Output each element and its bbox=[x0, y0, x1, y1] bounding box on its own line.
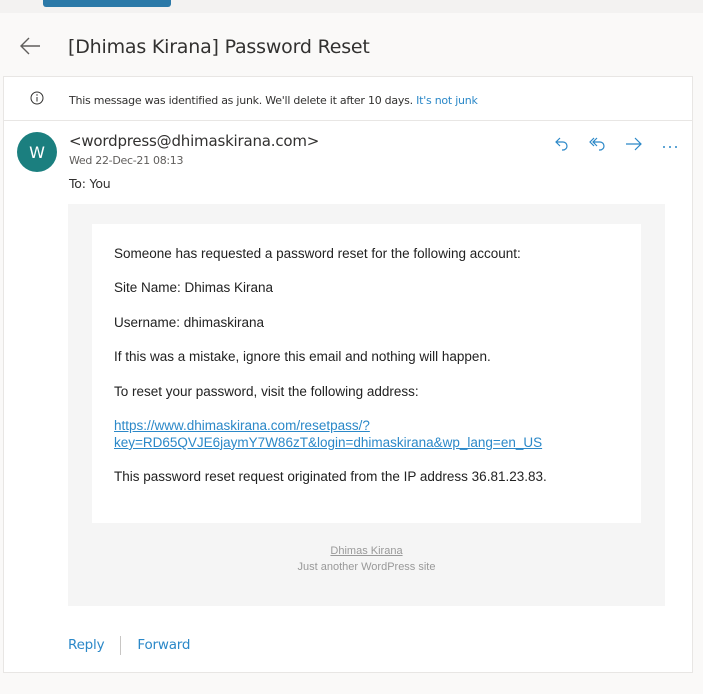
reset-link-paragraph: https://www.dhimaskirana.com/resetpass/?… bbox=[114, 418, 619, 452]
reset-link-line1[interactable]: https://www.dhimaskirana.com/resetpass/? bbox=[114, 418, 370, 433]
reply-button[interactable] bbox=[544, 135, 580, 157]
page-title: [Dhimas Kirana] Password Reset bbox=[68, 36, 370, 58]
email-ip-line: This password reset request originated f… bbox=[114, 469, 547, 485]
junk-notice-text: This message was identified as junk. We'… bbox=[69, 94, 413, 107]
message-date: Wed 22-Dec-21 08:13 bbox=[69, 154, 184, 167]
avatar: W bbox=[17, 132, 57, 172]
not-junk-link[interactable]: It's not junk bbox=[416, 94, 478, 107]
forward-icon bbox=[625, 136, 643, 157]
site-link[interactable]: Dhimas Kirana bbox=[330, 545, 402, 557]
email-intro: Someone has requested a password reset f… bbox=[114, 246, 521, 261]
email-footer: Dhimas Kirana Just another WordPress sit… bbox=[68, 544, 665, 576]
back-arrow-icon[interactable] bbox=[18, 33, 44, 59]
message-card: This message was identified as junk. We'… bbox=[3, 76, 693, 673]
forward-button[interactable] bbox=[616, 135, 652, 157]
bottom-actions: Reply Forward bbox=[68, 635, 190, 655]
email-visit: To reset your password, visit the follow… bbox=[114, 383, 419, 399]
forward-link-button[interactable]: Forward bbox=[137, 637, 190, 653]
divider bbox=[120, 635, 122, 655]
email-site-name: Site Name: Dhimas Kirana bbox=[114, 280, 274, 296]
recipient: To: You bbox=[69, 176, 111, 191]
email-mistake: If this was a mistake, ignore this email… bbox=[114, 349, 491, 365]
reply-all-button[interactable] bbox=[580, 135, 616, 157]
junk-notice: This message was identified as junk. We'… bbox=[69, 94, 478, 107]
info-icon bbox=[30, 91, 44, 105]
site-tagline: Just another WordPress site bbox=[297, 560, 436, 573]
email-username: Username: dhimaskirana bbox=[114, 314, 265, 330]
reset-link-line2[interactable]: key=RD65QVJE6jaymY7W86zT&login=dhimaskir… bbox=[114, 435, 542, 450]
sender-address[interactable]: <wordpress@dhimaskirana.com> bbox=[69, 132, 319, 150]
more-icon bbox=[661, 137, 679, 155]
reset-link[interactable]: https://www.dhimaskirana.com/resetpass/?… bbox=[114, 418, 542, 450]
reply-link-button[interactable]: Reply bbox=[68, 637, 105, 653]
top-strip bbox=[0, 0, 703, 13]
junk-notice-bar: This message was identified as junk. We'… bbox=[4, 77, 692, 121]
reply-icon bbox=[554, 136, 570, 157]
reply-all-icon bbox=[589, 136, 607, 157]
email-body-container: Someone has requested a password reset f… bbox=[68, 204, 665, 606]
message-actions bbox=[544, 135, 688, 157]
more-actions-button[interactable] bbox=[652, 135, 688, 157]
email-content: Someone has requested a password reset f… bbox=[92, 224, 641, 523]
top-tab-button[interactable] bbox=[43, 0, 171, 7]
